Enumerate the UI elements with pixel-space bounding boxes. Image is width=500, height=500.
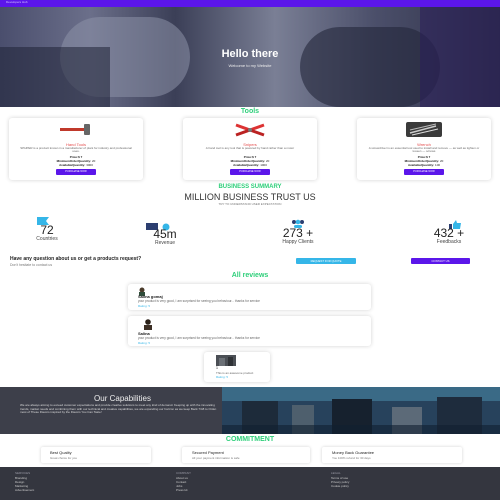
review-text: your product is very good, I am surprise… [138, 299, 260, 303]
stat-label: Revenue [154, 240, 175, 246]
commitment-card: Money Back Guarantee You 100% refund for… [322, 447, 462, 463]
question-subtitle: Don't hesitate to contact us [10, 263, 53, 267]
tool-avail-value: 3000 [86, 163, 93, 167]
top-navbar: Developers Hub [0, 0, 500, 7]
stat-label: Countries [36, 236, 58, 242]
tool-description: A hand tool is any tool that is powered … [205, 146, 295, 150]
purchase-now-button[interactable]: PURCHASE NOW [404, 169, 444, 175]
reviewer-name: 1 [216, 366, 218, 370]
hero-banner: Hello there Welcome to my Website [0, 7, 500, 107]
tool-avail-label: AvailableQuantity: [59, 163, 86, 167]
stat-revenue: 45m Revenue [135, 228, 195, 246]
footer-column-company: COMPANY About us Contact Jobs Press kit [176, 471, 191, 492]
tool-avail-value: 100 [435, 163, 441, 167]
stat-number: 273 + [282, 226, 314, 240]
review-rating: Rating: 5 [216, 375, 229, 379]
review-text: your product is very good, I am surprise… [138, 336, 260, 340]
summary-headline: MILLION BUSINESS TRUST US [184, 192, 316, 202]
footer-link[interactable]: Press kit [176, 488, 191, 492]
summary-subtitle: TRY TO UNDERSTAND USER EXPECTATION [218, 202, 282, 206]
commitment-card: Best Quality Great choice for you [41, 447, 151, 463]
review-card: Salina gomaj your product is very good, … [128, 284, 371, 310]
review-rating: Rating: 5 [138, 304, 151, 308]
footer: SERVICES Branding Design Marketing Adver… [0, 467, 500, 500]
stat-number: 432 + [433, 226, 465, 240]
avatar [216, 355, 236, 366]
purchase-now-button[interactable]: PURCHASE NOW [56, 169, 96, 175]
summary-title: BUSINESS SUMMARY [218, 184, 282, 190]
stat-number: 72 [40, 223, 54, 237]
footer-heading: LEGAL [331, 471, 341, 475]
footer-link[interactable]: Advertisement [15, 488, 34, 492]
commitment-card: Secured Payment All your payment informa… [182, 447, 310, 463]
stat-label: Feedbacks [436, 239, 462, 245]
tool-avail-value: 1000 [260, 163, 267, 167]
reviews-title: All reviews [231, 272, 269, 279]
commitment-heading: Money Back Guarantee [332, 450, 375, 455]
wrench-set-icon [406, 122, 442, 137]
review-card: 1 This is an awesome product Rating: 5 [204, 352, 270, 382]
stat-number: 45m [153, 227, 177, 241]
stat-countries: 72 Countries [22, 224, 72, 242]
tool-avail-label: AvailableQuantity: [233, 163, 260, 167]
avatar [144, 319, 152, 330]
hammer-icon [60, 124, 90, 135]
tool-description: SPHPER is a product known in a manufactu… [20, 146, 132, 154]
stat-happy-clients: 273 + Happy Clients [268, 227, 328, 245]
commitment-heading: Secured Payment [192, 450, 224, 455]
pliers-icon [235, 123, 265, 137]
purchase-now-button[interactable]: PURCHASE NOW [230, 169, 270, 175]
stat-feedbacks: 432 + Feedbacks [418, 227, 480, 245]
hero-subtitle: Welcome to my Website [228, 63, 272, 68]
review-rating: Rating: 5 [138, 341, 151, 345]
contact-banner: Have any question about us or get a prod… [0, 253, 500, 271]
contact-us-button[interactable]: CONTACT US [411, 258, 470, 264]
question-title: Have any question about us or get a prod… [10, 256, 142, 262]
commitment-heading: Best Quality [50, 450, 72, 455]
footer-link[interactable]: Cookie policy [331, 484, 349, 488]
hero-title: Hello there [221, 48, 279, 60]
brand-link[interactable]: Developers Hub [6, 0, 28, 4]
tool-description: A screwdriver is an essential tool used … [368, 146, 480, 154]
capabilities-title: Our Capabilities [94, 394, 151, 403]
capabilities-text: We are always aiming to exceed customer … [20, 403, 217, 415]
tool-card-hand-tools: Hand Tools SPHPER is a product known in … [9, 118, 143, 180]
footer-column-legal: LEGAL Terms of use Privacy policy Cookie… [331, 471, 349, 488]
tool-card-wrench: Wrench A screwdriver is an essential too… [357, 118, 491, 180]
tool-avail-label: AvailableQuantity: [407, 163, 435, 167]
capabilities-section: Our Capabilities We are always aiming to… [0, 387, 500, 434]
tools-title: Tools [240, 108, 260, 115]
commitment-subtext: Great choice for you [50, 456, 78, 460]
commitment-subtext: You 100% refund for 30 days [332, 456, 371, 460]
commitment-subtext: All your payment information is safe [192, 456, 240, 460]
footer-heading: COMPANY [176, 471, 191, 475]
stat-label: Happy Clients [282, 239, 314, 245]
review-card: Salina your product is very good, I am s… [128, 316, 371, 346]
commitment-title: COMMITMENT [225, 436, 275, 443]
request-quote-button[interactable]: REQUEST FOR QUOTE [296, 258, 356, 264]
footer-heading: SERVICES [15, 471, 31, 475]
tool-card-snipers: Snipers A hand tool is any tool that is … [183, 118, 317, 180]
footer-column-services: SERVICES Branding Design Marketing Adver… [15, 471, 34, 492]
factory-photo [222, 387, 500, 434]
